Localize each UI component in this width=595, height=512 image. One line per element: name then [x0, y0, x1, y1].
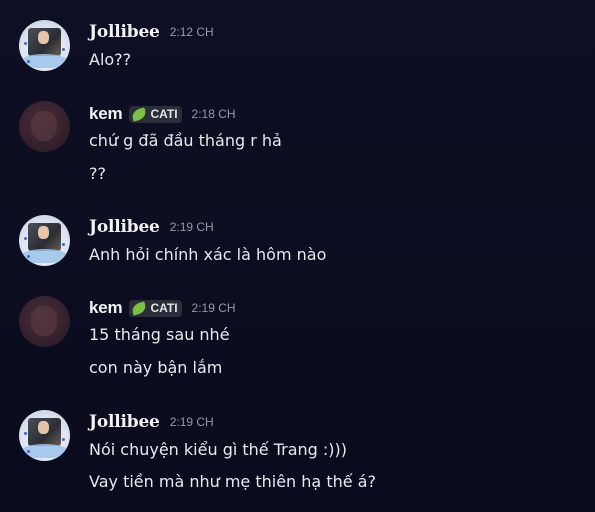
avatar-face — [38, 31, 49, 44]
avatar[interactable] — [19, 296, 70, 347]
message-text: con này bận lắm — [89, 358, 223, 377]
avatar-photo — [31, 111, 57, 141]
sparkle-icon — [27, 255, 30, 258]
message-text: chứ g đã đầu tháng r hả — [89, 131, 282, 150]
timestamp[interactable]: 2:19 CH — [192, 301, 236, 315]
avatar[interactable] — [19, 101, 70, 152]
avatar[interactable] — [19, 410, 70, 461]
sparkle-icon — [62, 438, 65, 441]
role-tag-label: CATI — [150, 107, 178, 121]
avatar-photo — [31, 306, 57, 336]
message-text: ?? — [89, 164, 106, 183]
message-header: kem CATI 2:19 CH — [89, 298, 236, 318]
sparkle-icon — [24, 432, 27, 435]
username[interactable]: Jollibee — [89, 412, 160, 432]
message-header: Jollibee 2:19 CH — [89, 217, 214, 237]
avatar-face — [38, 226, 49, 239]
message-text: Anh hỏi chính xác là hôm nào — [89, 245, 327, 264]
timestamp[interactable]: 2:19 CH — [170, 415, 214, 429]
sparkle-icon — [27, 60, 30, 63]
message-text: Nói chuyện kiểu gì thế Trang :))) — [89, 440, 348, 459]
message-text: Alo?? — [89, 50, 132, 69]
username[interactable]: kem — [89, 298, 123, 318]
sparkle-icon — [24, 237, 27, 240]
timestamp[interactable]: 2:18 CH — [192, 107, 236, 121]
sparkle-icon — [27, 450, 30, 453]
role-tag-label: CATI — [150, 301, 178, 315]
message-header: Jollibee 2:19 CH — [89, 412, 214, 432]
leaf-icon — [131, 106, 148, 122]
sparkle-icon — [62, 48, 65, 51]
timestamp[interactable]: 2:12 CH — [170, 25, 214, 39]
avatar-face — [38, 421, 49, 434]
avatar[interactable] — [19, 215, 70, 266]
leaf-icon — [131, 300, 148, 316]
message-text: 15 tháng sau nhé — [89, 325, 230, 344]
role-tag[interactable]: CATI — [129, 299, 182, 317]
username[interactable]: Jollibee — [89, 217, 160, 237]
username[interactable]: Jollibee — [89, 22, 160, 42]
sparkle-icon — [24, 42, 27, 45]
role-tag[interactable]: CATI — [129, 105, 182, 123]
message-header: Jollibee 2:12 CH — [89, 22, 214, 42]
username[interactable]: kem — [89, 104, 123, 124]
timestamp[interactable]: 2:19 CH — [170, 220, 214, 234]
message-text: Vay tiền mà như mẹ thiên hạ thế á? — [89, 472, 376, 491]
avatar[interactable] — [19, 20, 70, 71]
sparkle-icon — [62, 243, 65, 246]
message-header: kem CATI 2:18 CH — [89, 104, 236, 124]
